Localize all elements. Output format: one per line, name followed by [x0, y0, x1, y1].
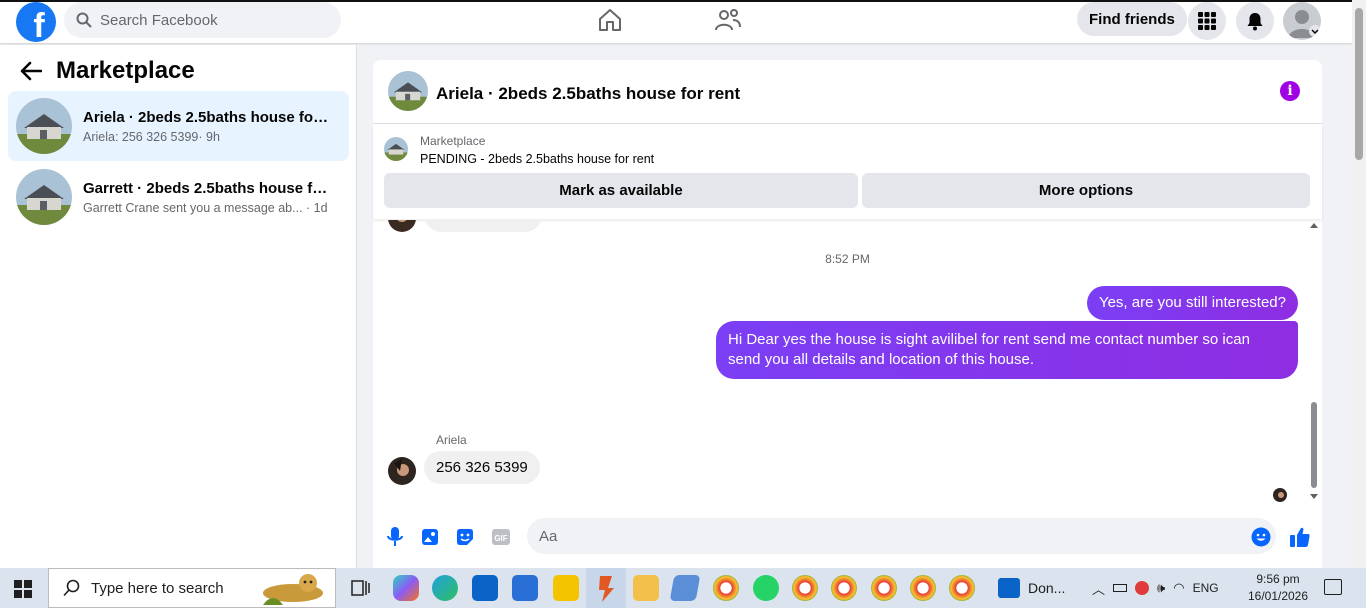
message-list: 8:52 PM Yes, are you still interested? H…	[373, 220, 1322, 516]
back-arrow-icon[interactable]	[20, 61, 42, 81]
menu-grid-icon[interactable]	[1188, 2, 1226, 40]
pinned-outlook-window[interactable]: Don...	[998, 568, 1065, 608]
outlook-window-icon	[998, 578, 1020, 598]
facebook-logo-icon[interactable]: f	[16, 2, 56, 42]
message-timestamp: 8:52 PM	[825, 252, 870, 266]
chat-title[interactable]: Ariela · 2beds 2.5baths house for rent	[436, 84, 740, 104]
outgoing-message[interactable]: Yes, are you still interested?	[1086, 286, 1298, 320]
conversation-item-garrett[interactable]: Garrett · 2beds 2.5baths house for ... G…	[8, 162, 349, 232]
conversation-time: · 9h	[198, 129, 220, 144]
language-indicator[interactable]: ENG	[1193, 581, 1219, 595]
windows-start-icon[interactable]	[14, 580, 32, 598]
task-view-icon[interactable]	[348, 575, 374, 601]
chat-listing-thumbnail[interactable]	[388, 71, 428, 111]
friends-icon[interactable]	[714, 6, 742, 34]
sticker-icon[interactable]	[454, 526, 476, 548]
like-thumb-icon[interactable]	[1289, 526, 1311, 548]
copilot-app-icon[interactable]	[393, 575, 419, 601]
outlook-app-icon[interactable]	[472, 575, 498, 601]
sticky-notes-icon[interactable]	[553, 575, 579, 601]
clock-time: 9:56 pm	[1256, 572, 1300, 586]
conversation-item-ariela[interactable]: Ariela · 2beds 2.5baths house for r... A…	[8, 91, 349, 161]
marketplace-sidebar: Marketplace Ariela · 2beds 2.5baths hous…	[0, 45, 357, 568]
marketplace-listing-strip: Marketplace PENDING - 2beds 2.5baths hou…	[373, 125, 1322, 219]
conversation-name: Ariela · 2beds 2.5baths house for r...	[83, 108, 333, 126]
pinned-window-label: Don...	[1028, 580, 1066, 596]
sender-name: Ariela	[436, 433, 467, 447]
clock-date: 16/01/2026	[1247, 589, 1309, 603]
battery-icon[interactable]	[1113, 584, 1128, 592]
search-input[interactable]: Search Facebook	[100, 12, 218, 29]
whatsapp-icon[interactable]	[753, 575, 779, 601]
conversation-time: · 1d	[306, 200, 328, 215]
system-tray: ︿ 🕪 ◠ ENG	[1092, 568, 1219, 608]
seen-indicator-avatar	[1273, 488, 1287, 502]
show-hidden-icons-chevron-icon[interactable]: ︿	[1092, 579, 1105, 598]
listing-thumbnail	[16, 169, 72, 225]
chat-scrollbar-thumb[interactable]	[1311, 402, 1317, 488]
marketplace-label: Marketplace	[420, 134, 486, 148]
chat-panel: Ariela · 2beds 2.5baths house for rent i…	[373, 60, 1322, 568]
sender-avatar	[388, 220, 416, 232]
page-scrollbar-thumb[interactable]	[1355, 8, 1363, 160]
notifications-bell-icon[interactable]	[1236, 2, 1274, 40]
chrome-profile-icon[interactable]	[871, 575, 897, 601]
notification-center-icon[interactable]	[1324, 579, 1342, 595]
find-friends-button[interactable]: Find friends	[1077, 2, 1187, 36]
microsoft-store-icon[interactable]	[512, 575, 538, 601]
search-box[interactable]: Search Facebook	[64, 2, 341, 38]
previous-incoming-bubble	[424, 220, 542, 232]
search-icon	[76, 12, 92, 28]
active-app-icon[interactable]	[586, 568, 626, 608]
chat-header: Ariela · 2beds 2.5baths house for rent i	[373, 60, 1322, 124]
taskbar-search-input[interactable]: Type here to search	[91, 580, 224, 597]
outgoing-message[interactable]: Hi Dear yes the house is sight avilibel …	[716, 321, 1298, 379]
chrome-profile-icon[interactable]	[792, 575, 818, 601]
page-title: Marketplace	[56, 57, 195, 84]
message-input[interactable]: Aa	[527, 518, 1276, 554]
search-highlight-image-icon	[263, 574, 323, 605]
edge-browser-icon[interactable]	[432, 575, 458, 601]
home-icon[interactable]	[596, 6, 624, 34]
chat-scroll-down-arrow-icon[interactable]	[1310, 494, 1318, 499]
notepad-app-icon[interactable]	[669, 575, 701, 601]
svg-text:GIF: GIF	[494, 534, 507, 543]
listing-thumbnail	[16, 98, 72, 154]
profile-avatar[interactable]	[1283, 2, 1321, 40]
app-tray-icon[interactable]	[1135, 581, 1150, 595]
chrome-profile-icon[interactable]	[713, 575, 739, 601]
sidebar-header: Marketplace	[20, 57, 195, 85]
wifi-icon[interactable]: ◠	[1173, 580, 1184, 596]
chrome-profile-icon[interactable]	[949, 575, 975, 601]
file-explorer-icon[interactable]	[633, 575, 659, 601]
microphone-icon[interactable]	[384, 526, 406, 548]
taskbar-clock[interactable]: 9:56 pm 16/01/2026	[1246, 571, 1310, 605]
ariela-avatar[interactable]	[388, 457, 416, 485]
message-composer: GIF Aa	[373, 516, 1322, 568]
incoming-message[interactable]: 256 326 5399	[424, 451, 540, 484]
taskbar-search-box[interactable]: Type here to search	[48, 568, 336, 608]
more-options-button[interactable]: More options	[862, 173, 1310, 208]
message-input-placeholder: Aa	[539, 527, 558, 545]
search-icon	[63, 579, 80, 597]
emoji-icon[interactable]	[1250, 526, 1272, 548]
top-navigation-bar: f Search Facebook Find friends	[0, 0, 1352, 43]
conversation-name: Garrett · 2beds 2.5baths house for ...	[83, 179, 333, 197]
mark-as-available-button[interactable]: Mark as available	[384, 173, 858, 208]
chat-scroll-up-arrow-icon[interactable]	[1310, 223, 1318, 228]
photo-icon[interactable]	[419, 526, 441, 548]
conversation-preview: Garrett Crane sent you a message ab...	[83, 200, 303, 215]
windows-taskbar: Type here to search Don... ︿ 🕪 ◠ ENG 9:5…	[0, 568, 1366, 608]
listing-status: PENDING - 2beds 2.5baths house for rent	[420, 152, 655, 166]
conversation-preview: Ariela: 256 326 5399	[83, 129, 199, 144]
gif-icon[interactable]: GIF	[490, 526, 512, 548]
chrome-profile-icon[interactable]	[831, 575, 857, 601]
volume-icon[interactable]: 🕪	[1157, 580, 1165, 596]
listing-small-thumbnail	[384, 137, 408, 161]
page-scrollbar[interactable]	[1352, 0, 1366, 568]
chrome-profile-icon[interactable]	[910, 575, 936, 601]
info-icon[interactable]: i	[1280, 81, 1300, 101]
